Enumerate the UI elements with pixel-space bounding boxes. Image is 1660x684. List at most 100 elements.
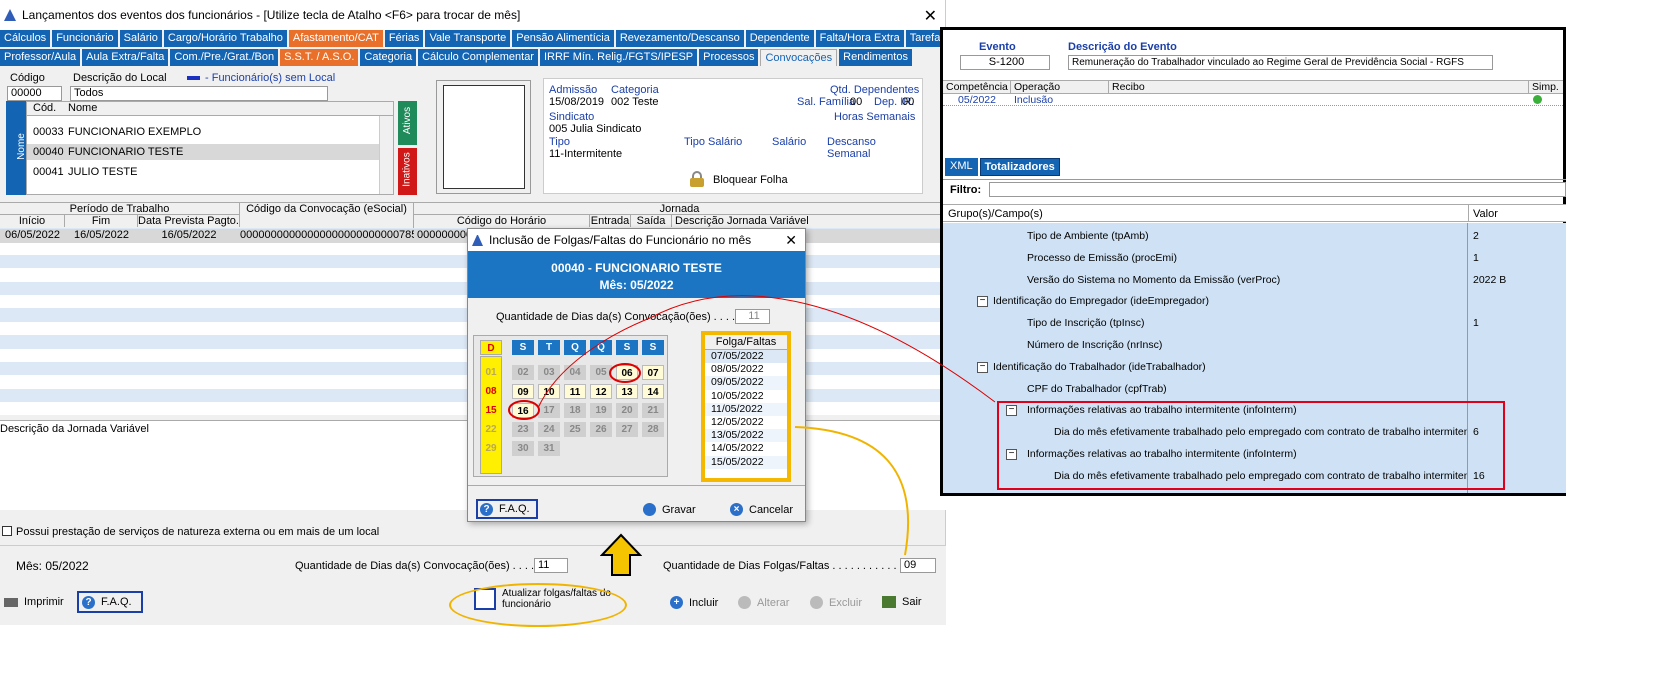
tab-row2[interactable]: Processos <box>699 49 759 66</box>
sair-button[interactable]: Sair <box>882 596 922 608</box>
calendar-day[interactable]: 01 <box>480 365 502 380</box>
col-simp[interactable]: Simp. <box>1529 81 1559 93</box>
codigo-select[interactable]: 00000 <box>7 86 62 101</box>
possui-checkbox[interactable] <box>2 526 12 536</box>
calendar-day[interactable]: 08 <box>480 384 502 399</box>
col-entrada[interactable]: Entrada <box>590 215 631 227</box>
col-desc-jornada[interactable]: Descrição Jornada Variável <box>672 215 946 227</box>
side-nome-tab[interactable]: Nome <box>6 101 27 195</box>
inativos-tab[interactable]: Inativos <box>398 148 417 195</box>
calendar-day[interactable]: 11 <box>564 384 586 399</box>
calendar-day[interactable]: 10 <box>538 384 560 399</box>
cell-operacao[interactable]: Inclusão <box>1011 94 1109 106</box>
possui-label[interactable]: Possui prestação de serviços de natureza… <box>16 526 379 538</box>
tree-node[interactable]: Tipo de Ambiente (tpAmb) <box>1027 225 1468 247</box>
dialog-faq-button[interactable]: ? F.A.Q. <box>476 499 538 519</box>
collapse-icon[interactable]: − <box>977 361 988 373</box>
folga-item[interactable]: 07/05/2022 <box>705 350 787 364</box>
col-cod-conv[interactable]: Código da Convocação (eSocial) <box>240 203 414 228</box>
col-saida[interactable]: Saída <box>631 215 672 227</box>
calendar-day[interactable]: 30 <box>512 441 534 456</box>
col-recibo[interactable]: Recibo <box>1109 81 1529 93</box>
tab-row2[interactable]: Com./Pre./Grat./Bon <box>170 49 279 66</box>
calendar-day[interactable]: 14 <box>642 384 664 399</box>
tab-row2[interactable]: Professor/Aula <box>0 49 81 66</box>
tab-totalizadores[interactable]: Totalizadores <box>979 158 1060 176</box>
tab-row2[interactable]: Rendimentos <box>839 49 912 66</box>
bloquear-folha-label[interactable]: Bloquear Folha <box>713 174 788 186</box>
cancelar-button[interactable]: × Cancelar <box>730 503 793 516</box>
calendar-day[interactable]: 27 <box>616 422 638 437</box>
filtro-input[interactable] <box>989 182 1566 197</box>
calendar-day[interactable]: 07 <box>642 365 664 380</box>
employee-row[interactable]: 00033 FUNCIONARIO EXEMPLO <box>27 124 393 140</box>
calendar-day[interactable]: 17 <box>538 403 560 418</box>
calendar-day[interactable]: 03 <box>538 365 560 380</box>
calendar-day[interactable]: 13 <box>616 384 638 399</box>
tree-node[interactable]: Processo de Emissão (procEmi) <box>1027 247 1468 269</box>
col-valor[interactable]: Valor <box>1468 205 1498 222</box>
tab-row2[interactable]: Aula Extra/Falta <box>82 49 169 66</box>
col-nome[interactable]: Nome <box>65 102 97 115</box>
calendar-day[interactable]: 16 <box>512 403 534 418</box>
close-icon[interactable]: ✕ <box>924 6 937 26</box>
calendar-day[interactable]: 28 <box>642 422 664 437</box>
folga-item[interactable]: 08/05/2022 <box>705 363 787 377</box>
calendar-day[interactable]: 23 <box>512 422 534 437</box>
calendar-day[interactable]: 26 <box>590 422 612 437</box>
imprimir-button[interactable]: Imprimir <box>4 596 64 608</box>
gravar-button[interactable]: Gravar <box>643 503 696 516</box>
employee-row[interactable]: 00040 FUNCIONARIO TESTE <box>27 144 393 160</box>
calendar-day[interactable]: 18 <box>564 403 586 418</box>
tab-row1[interactable]: Dependente <box>745 30 814 47</box>
calendar-day[interactable]: 22 <box>480 422 502 437</box>
calendar-day[interactable]: 06 <box>616 365 638 380</box>
employee-row[interactable]: 00041 JULIO TESTE <box>27 164 393 180</box>
tab-row1[interactable]: Vale Transporte <box>425 30 511 47</box>
col-operacao[interactable]: Operação <box>1011 81 1109 93</box>
folga-item[interactable]: 11/05/2022 <box>705 402 787 416</box>
folga-item[interactable]: 09/05/2022 <box>705 376 787 390</box>
tab-row1[interactable]: Revezamento/Descanso <box>615 30 744 47</box>
calendar-day[interactable]: 12 <box>590 384 612 399</box>
tab-row2[interactable]: IRRF Mín. Relig./FGTS/IPESP <box>539 49 698 66</box>
calendar-day[interactable]: 15 <box>480 403 502 418</box>
calendar-day[interactable]: 29 <box>480 441 502 456</box>
tab-row2[interactable]: Cálculo Complementar <box>418 49 538 66</box>
tree-node[interactable]: Tipo de Inscrição (tpInsc) <box>1027 312 1468 334</box>
local-select[interactable]: Todos <box>70 86 328 101</box>
calendar-day[interactable]: 02 <box>512 365 534 380</box>
col-cod-horario[interactable]: Código do Horário <box>414 215 590 227</box>
calendar-day[interactable]: 20 <box>616 403 638 418</box>
tree-node[interactable]: Identificação do Empregador (ideEmpregad… <box>993 290 1468 312</box>
cell-competencia[interactable]: 05/2022 <box>943 94 1011 106</box>
list-scrollbar[interactable] <box>379 116 393 194</box>
folga-item[interactable]: 12/05/2022 <box>705 415 787 430</box>
folga-item[interactable]: 13/05/2022 <box>705 429 787 443</box>
col-grupo[interactable]: Grupo(s)/Campo(s) <box>948 208 1043 220</box>
calendar-day[interactable]: 31 <box>538 441 560 456</box>
calendar-day[interactable]: 04 <box>564 365 586 380</box>
folga-item[interactable]: 10/05/2022 <box>705 389 787 403</box>
col-fim[interactable]: Fim <box>65 215 138 227</box>
tab-xml[interactable]: XML <box>945 158 978 176</box>
folga-item[interactable]: 14/05/2022 <box>705 442 787 456</box>
faq-button[interactable]: ? F.A.Q. <box>77 591 143 613</box>
calendar-day[interactable]: 05 <box>590 365 612 380</box>
calendar-day[interactable]: 21 <box>642 403 664 418</box>
calendar-day[interactable]: 09 <box>512 384 534 399</box>
tab-row1[interactable]: Afastamento/CAT <box>288 30 383 47</box>
col-inicio[interactable]: Início <box>0 215 65 227</box>
calendar-day[interactable]: 25 <box>564 422 586 437</box>
lock-icon[interactable] <box>690 171 704 187</box>
collapse-icon[interactable]: − <box>977 296 988 308</box>
tree-node[interactable]: Identificação do Trabalhador (ideTrabalh… <box>993 356 1468 378</box>
tab-row2[interactable]: Categoria <box>360 49 417 66</box>
calendar-day[interactable]: 19 <box>590 403 612 418</box>
incluir-button[interactable]: + Incluir <box>670 596 718 609</box>
tab-row2[interactable]: Convocações <box>760 49 838 66</box>
alterar-button[interactable]: Alterar <box>738 596 789 609</box>
col-cod[interactable]: Cód. <box>27 102 65 115</box>
col-competencia[interactable]: Competência <box>943 81 1011 93</box>
calendar-day[interactable]: 24 <box>538 422 560 437</box>
